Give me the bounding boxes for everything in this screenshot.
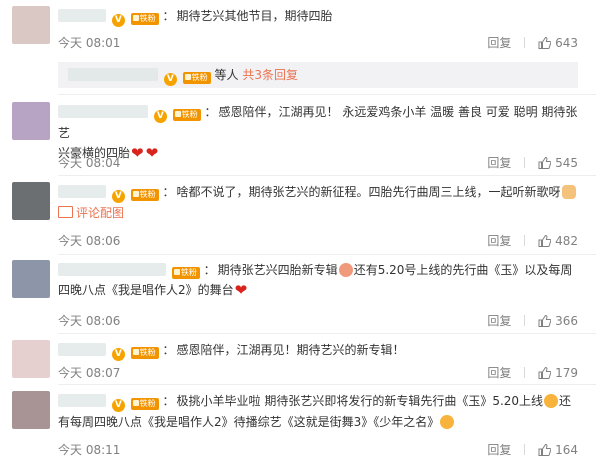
verified-badge: V [111,14,125,27]
username[interactable] [58,343,106,356]
fan-badge: 铁粉 [130,398,159,410]
avatar[interactable] [12,6,50,44]
comment-text: 极挑小羊毕业啦 期待张艺兴即将发行的新专辑先行曲《玉》5.20上线 [176,394,544,408]
comment-time: 今天 08:06 [58,234,121,248]
like-icon [538,235,552,247]
reply-button[interactable]: 回复 [487,366,511,380]
sub-reply-text: 等人 [214,68,239,82]
heart-emoji: ❤ [234,281,248,299]
comment-actions: 回复 179 [487,364,578,381]
sub-reply-summary[interactable]: V 铁粉 等人 共3条回复 [58,62,578,88]
comment-text: 啥都不说了，期待张艺兴的新征程。四胎先行曲周三上线，一起听新歌呀 [176,185,561,199]
comment-time: 今天 08:11 [58,443,121,457]
divider [58,254,596,255]
comment-time: 今天 08:06 [58,314,121,328]
fan-badge: 铁粉 [182,72,211,84]
comment-actions: 回复 366 [487,312,578,329]
username[interactable] [58,105,148,118]
comment-item: V 铁粉 ：极挑小羊毕业啦 期待张艺兴即将发行的新专辑先行曲《玉》5.20上线还… [0,387,596,457]
view-all-replies-link[interactable]: 共3条回复 [242,68,298,82]
comment-item: 铁粉 ：期待张艺兴四胎新专辑 还有5.20号上线的先行曲《玉》以及每周 四晚八点《… [0,256,596,334]
comment-time: 今天 08:01 [58,36,121,50]
like-icon [538,157,552,169]
divider [58,94,596,95]
username[interactable] [58,263,166,276]
comment-text-continued: 还有5.20号上线的先行曲《玉》以及每周 [353,263,573,277]
heart-emoji: ❤ [145,144,159,162]
username[interactable] [58,185,106,198]
comment-text: 期待张艺兴四胎新专辑 [217,263,338,277]
picture-icon [58,206,73,218]
divider [58,175,596,176]
face-emoji [440,415,455,429]
comment-time: 今天 08:04 [58,156,121,170]
username[interactable] [58,9,106,22]
comment-actions: 回复 482 [487,232,578,249]
fan-badge: 铁粉 [172,109,201,121]
comment-item: V 铁粉 ：啥都不说了，期待张艺兴的新征程。四胎先行曲周三上线，一起听新歌呀 评… [0,178,596,252]
like-button[interactable]: 643 [538,36,578,50]
comment-text-continued: 四晚八点《我是唱作人2》的舞台 [58,283,234,297]
divider [58,384,596,385]
like-icon [538,367,552,379]
fan-badge: 铁粉 [171,267,200,279]
avatar[interactable] [12,340,50,378]
fan-badge: 铁粉 [130,189,159,201]
comment-actions: 回复 643 [487,34,578,51]
reply-button[interactable]: 回复 [487,156,511,170]
comment-text: 期待艺兴其他节目，期待四胎 [176,9,333,23]
comment-text: 感恩陪伴，江湖再见！期待艺兴的新专辑！ [176,343,405,357]
comment-text-continued: 有每周四晚八点《我是唱作人2》待播综艺《这就是街舞3》《少年之名》 [58,415,440,429]
like-button[interactable]: 545 [538,156,578,170]
comment-item: V 铁粉 ：感恩陪伴，江湖再见！ 永远爱鸡条小羊 温暖 善良 可爱 聪明 期待张… [0,98,596,174]
verified-badge: V [153,110,167,123]
avatar[interactable] [12,260,50,298]
comment-actions: 回复 545 [487,154,578,171]
reply-button[interactable]: 回复 [487,443,511,457]
divider [58,333,596,334]
reply-button[interactable]: 回复 [487,234,511,248]
heart-emoji: ❤ [131,144,144,162]
fan-badge: 铁粉 [130,13,159,25]
verified-badge: V [111,348,125,361]
hand-emoji [561,185,576,199]
like-button[interactable]: 179 [538,366,578,380]
comment-picture-link[interactable]: 评论配图 [58,206,124,220]
sub-reply-username[interactable] [68,68,158,81]
like-icon [538,37,552,49]
comment-text: 感恩陪伴，江湖再见！ [218,105,339,119]
like-icon [538,444,552,456]
username[interactable] [58,394,106,407]
like-icon [538,315,552,327]
avatar[interactable] [12,391,50,429]
like-button[interactable]: 482 [538,234,578,248]
face-emoji [544,394,559,408]
reply-button[interactable]: 回复 [487,314,511,328]
reply-button[interactable]: 回复 [487,36,511,50]
verified-badge: V [111,190,125,203]
avatar[interactable] [12,182,50,220]
like-button[interactable]: 164 [538,443,578,457]
fan-badge: 铁粉 [130,347,159,359]
like-button[interactable]: 366 [538,314,578,328]
verified-badge: V [163,73,177,86]
comment-item: V 铁粉 ：期待艺兴其他节目，期待四胎 今天 08:01 回复 643 [0,0,596,58]
avatar[interactable] [12,102,50,140]
verified-badge: V [111,399,125,412]
pig-emoji [338,263,353,277]
comment-item: V 铁粉 ：感恩陪伴，江湖再见！期待艺兴的新专辑！ 今天 08:07 回复 17… [0,336,596,386]
comment-time: 今天 08:07 [58,366,121,380]
comment-actions: 回复 164 [487,441,578,458]
